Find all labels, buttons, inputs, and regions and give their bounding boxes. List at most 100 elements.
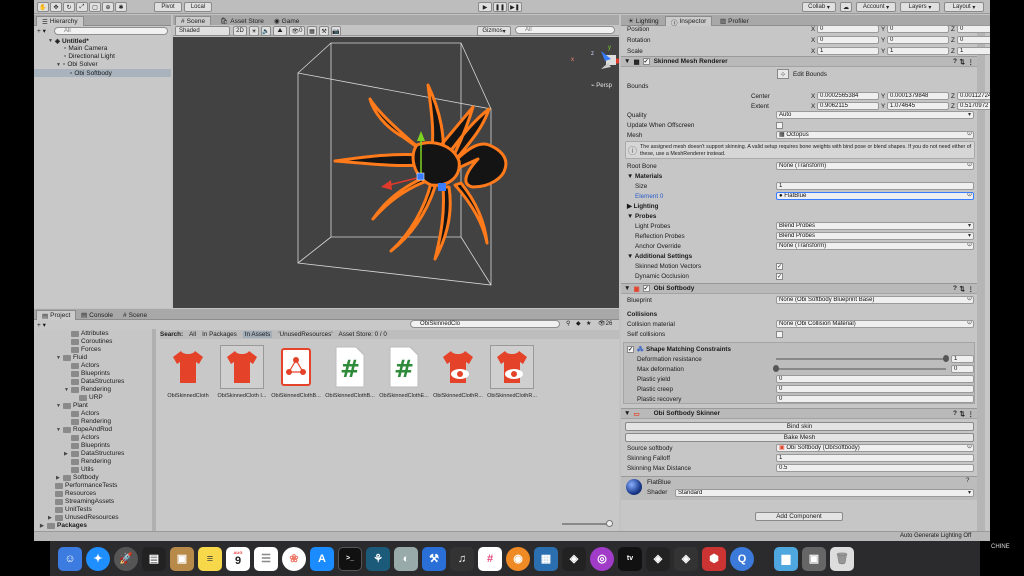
max-deformation-field[interactable]: 0 xyxy=(951,365,974,373)
light-probes-dropdown[interactable]: Blend Probes xyxy=(776,222,974,230)
project-folder-item[interactable]: Actors xyxy=(64,410,99,417)
rotation-z-field[interactable]: 0 xyxy=(957,36,990,44)
expand-arrow-icon[interactable]: ▼ xyxy=(56,355,61,361)
effects-dropdown-icon[interactable]: ⛰ xyxy=(273,26,287,36)
thumbnail-size-slider[interactable] xyxy=(562,523,612,525)
contacts-icon[interactable]: ▣ xyxy=(170,546,194,571)
blender-icon[interactable]: ◉ xyxy=(506,546,530,571)
asset-item[interactable]: ObiSkinnedClothB... xyxy=(271,345,321,405)
create-button[interactable]: + ▾ xyxy=(37,27,46,35)
extent-z-field[interactable]: 0.5170972 xyxy=(957,102,990,110)
podcasts-icon[interactable]: ◎ xyxy=(590,546,614,571)
terminal-icon[interactable]: >_ xyxy=(338,546,362,571)
asset-item[interactable]: ObiSkinnedClothR... xyxy=(433,345,483,405)
apple-tv-icon[interactable]: tv xyxy=(618,546,642,571)
project-create-button[interactable]: + ▾ xyxy=(37,321,46,329)
shape-matching-header[interactable]: ✓ ⁂ Shape Matching Constraints xyxy=(621,344,977,354)
help-icon[interactable]: ? xyxy=(953,58,957,65)
max-deformation-slider[interactable] xyxy=(776,368,946,370)
asset-item[interactable]: # ObiSkinnedClothE... xyxy=(379,345,429,405)
filter-asset-store[interactable]: Asset Store: 0 / 0 xyxy=(339,331,387,338)
audio-toggle-icon[interactable]: 🔈 xyxy=(261,26,271,36)
tree-scrollbar[interactable] xyxy=(152,329,156,531)
shape-matching-checkbox[interactable]: ✓ xyxy=(627,345,634,353)
2d-toggle[interactable]: 2D xyxy=(233,26,247,36)
reminders-icon[interactable]: ☰ xyxy=(254,546,278,571)
asset-item[interactable]: # ObiSkinnedClothB... xyxy=(325,345,375,405)
xcode-icon[interactable]: ⚒ xyxy=(422,546,446,571)
dynamic-occlusion-checkbox[interactable]: ✓ xyxy=(776,272,783,280)
help-icon[interactable]: ? xyxy=(966,478,969,484)
hierarchy-item-main-camera[interactable]: ▫ Main Camera xyxy=(64,45,107,52)
cloud-icon[interactable]: ☁ xyxy=(840,2,852,12)
position-y-field[interactable]: 0 xyxy=(887,25,949,33)
expand-arrow-icon[interactable]: ▼ xyxy=(56,403,61,409)
scene-viewport[interactable]: y z x ⌁ Persp xyxy=(173,37,637,308)
safari-icon[interactable]: ✦ xyxy=(86,546,110,571)
pause-button[interactable]: ❚❚ xyxy=(493,2,507,12)
quicktime-icon[interactable]: Q xyxy=(730,546,754,571)
project-folder-item[interactable]: StreamingAssets xyxy=(48,498,114,505)
rotation-x-field[interactable]: 0 xyxy=(817,36,879,44)
bind-skin-button[interactable]: Bind skin xyxy=(625,422,974,431)
scene-root[interactable]: ▼ ◈ Untitled* xyxy=(48,37,89,46)
skinning-max-distance-field[interactable]: 0.5 xyxy=(776,464,974,472)
tools-icon[interactable]: ⚒ xyxy=(319,26,329,36)
additional-settings-foldout[interactable]: ▼ Additional Settings xyxy=(621,251,977,261)
project-folder-item[interactable]: Utils xyxy=(64,466,94,473)
transform-tool-icon[interactable]: ⊕ xyxy=(102,2,114,12)
quality-dropdown[interactable]: Auto xyxy=(776,111,974,119)
obi-softbody-header[interactable]: ▼ ▣ ✓ Obi Softbody ? ⇅ ⋮ xyxy=(621,283,977,294)
skinned-mesh-renderer-header[interactable]: ▼ ▦ ✓ Skinned Mesh Renderer ? ⇅ ⋮ xyxy=(621,56,977,67)
obi-app-icon[interactable]: ⬢ xyxy=(702,546,726,571)
project-folder-item[interactable]: Actors xyxy=(64,362,99,369)
layers-dropdown[interactable]: Layers ▾ xyxy=(900,2,940,12)
project-folder-item[interactable]: Actors xyxy=(64,434,99,441)
motion-vectors-checkbox[interactable]: ✓ xyxy=(776,262,783,270)
extent-y-field[interactable]: 1.074645 xyxy=(887,102,949,110)
skinning-falloff-field[interactable]: 1 xyxy=(776,454,974,462)
expand-arrow-icon[interactable]: ▼ xyxy=(48,38,53,44)
expand-arrow-icon[interactable]: ▶ xyxy=(48,515,53,521)
slider-handle[interactable] xyxy=(606,520,613,527)
deformation-resistance-field[interactable]: 1 xyxy=(951,355,974,363)
slack-icon[interactable]: # xyxy=(478,546,502,571)
hand-tool-icon[interactable]: ✋ xyxy=(37,2,49,12)
project-folder-item[interactable]: Coroutines xyxy=(64,338,112,345)
slider-handle[interactable] xyxy=(773,365,779,372)
gizmos-dropdown[interactable]: Gizmos ▾ xyxy=(477,26,511,36)
context-menu-icon[interactable]: ⋮ xyxy=(968,410,975,418)
hidden-count-icon[interactable]: 👁26 xyxy=(598,320,612,327)
root-bone-field[interactable]: None (Transform) xyxy=(776,162,974,170)
center-y-field[interactable]: 0.0001379848 xyxy=(887,92,949,100)
lighting-foldout[interactable]: ▶ Lighting xyxy=(621,201,977,211)
asset-item[interactable]: ObiSkinnedCloth I... xyxy=(218,345,266,405)
hierarchy-item-obi-solver[interactable]: ▼ ▫ Obi Solver xyxy=(56,61,98,68)
plastic-creep-field[interactable]: 0 xyxy=(776,385,974,393)
logic-icon[interactable]: ♫ xyxy=(450,546,474,571)
mesh-field[interactable]: ▦ Octopus xyxy=(776,131,974,139)
scale-y-field[interactable]: 1 xyxy=(887,47,949,55)
deformation-resistance-slider[interactable] xyxy=(776,358,946,360)
notes-icon[interactable]: ≡ xyxy=(198,546,222,571)
photos-icon[interactable]: ❀ xyxy=(282,546,306,571)
sourcetree-icon[interactable]: ⚘ xyxy=(366,546,390,571)
project-folder-item[interactable]: Rendering xyxy=(64,418,111,425)
help-icon[interactable]: ? xyxy=(953,285,957,292)
asset-item[interactable]: ObiSkinnedCloth xyxy=(164,345,212,405)
unity-hub-icon[interactable]: ◈ xyxy=(562,546,586,571)
custom-tool-icon[interactable]: ✱ xyxy=(115,2,127,12)
update-offscreen-checkbox[interactable] xyxy=(776,121,783,129)
project-folder-item[interactable]: UnitTests xyxy=(48,506,92,513)
shading-mode-dropdown[interactable]: Shaded xyxy=(175,26,230,36)
lighting-toggle-icon[interactable]: ☀ xyxy=(249,26,259,36)
project-folder-item[interactable]: ▼ RopeAndRod xyxy=(56,426,112,433)
preset-icon[interactable]: ⇅ xyxy=(960,58,965,66)
hierarchy-search-input[interactable]: All xyxy=(54,27,168,35)
plastic-recovery-field[interactable]: 0 xyxy=(776,395,974,403)
expand-arrow-icon[interactable]: ▶ xyxy=(40,523,45,529)
probes-foldout[interactable]: ▼ Probes xyxy=(621,211,977,221)
project-folder-item[interactable]: Blueprints xyxy=(64,442,110,449)
add-component-button[interactable]: Add Component xyxy=(755,512,843,521)
pivot-toggle[interactable]: Pivot xyxy=(154,2,182,12)
